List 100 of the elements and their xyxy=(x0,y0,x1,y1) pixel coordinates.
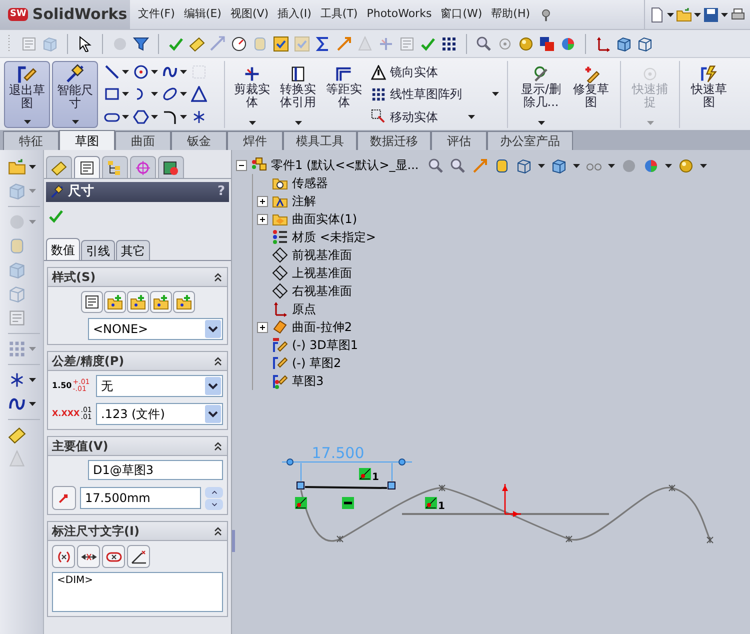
funnel-icon[interactable] xyxy=(133,36,149,52)
tree-item-label[interactable]: 前视基准面 xyxy=(292,246,352,264)
tree-item-label[interactable]: 传感器 xyxy=(292,174,328,192)
magnifier-icon[interactable] xyxy=(450,158,466,174)
tree-item-label[interactable]: 注解 xyxy=(292,192,316,210)
collapse-icon[interactable] xyxy=(213,441,223,451)
cube-icon[interactable] xyxy=(551,158,567,174)
tab[interactable]: 数据迁移 xyxy=(357,131,431,150)
caret-icon[interactable] xyxy=(665,164,672,168)
ribbon-button[interactable]: 显示/删除几... xyxy=(518,61,564,128)
menu-item[interactable]: PhotoWorks xyxy=(366,6,432,23)
dimension-text-field[interactable]: <DIM> xyxy=(52,572,223,612)
caret-icon[interactable] xyxy=(122,114,129,119)
tab[interactable]: 其它 xyxy=(116,240,150,260)
app-logo[interactable]: SW SolidWorks xyxy=(0,0,130,29)
manager-tab[interactable] xyxy=(102,156,128,178)
cube-icon[interactable] xyxy=(616,36,632,52)
ribbon-list-item[interactable]: 移动实体 xyxy=(371,108,499,126)
tree-item-label[interactable]: 草图3 xyxy=(292,372,324,390)
bolt-icon[interactable] xyxy=(700,65,718,83)
origin-icon[interactable] xyxy=(595,36,611,52)
squares-icon[interactable] xyxy=(539,36,555,52)
fillet-icon[interactable] xyxy=(162,108,178,125)
help-button[interactable]: ? xyxy=(217,182,225,202)
caret-icon[interactable] xyxy=(180,92,187,96)
ribbon-list-item[interactable]: 线性草图阵列 xyxy=(371,85,499,104)
caret-icon[interactable] xyxy=(180,114,187,119)
move-icon[interactable] xyxy=(371,109,386,124)
manager-tab[interactable] xyxy=(158,156,184,178)
crosshair-icon[interactable] xyxy=(135,160,151,176)
tab[interactable]: 曲面 xyxy=(115,131,171,150)
spin-up-button[interactable] xyxy=(205,486,223,498)
tab[interactable]: 草图 xyxy=(59,130,115,150)
tree-item-icon[interactable] xyxy=(272,247,288,263)
caret-icon[interactable] xyxy=(492,92,499,96)
magnifier-icon[interactable] xyxy=(476,36,492,52)
checkbox-icon[interactable] xyxy=(273,36,289,52)
text-format-button[interactable] xyxy=(127,545,150,568)
circle-icon[interactable] xyxy=(133,64,149,80)
spin-down-button[interactable] xyxy=(205,498,223,510)
group-header[interactable]: 标注尺寸文字(I) xyxy=(48,522,227,541)
collapse-icon[interactable] xyxy=(213,272,223,282)
caret-icon[interactable] xyxy=(721,12,728,16)
check-icon[interactable] xyxy=(420,36,436,52)
text-format-button[interactable] xyxy=(102,545,125,568)
collapse-icon[interactable] xyxy=(213,356,223,366)
expand-toggle-icon[interactable] xyxy=(257,322,268,332)
tree-item-label[interactable]: (-) 草图2 xyxy=(292,354,342,372)
caret-icon[interactable] xyxy=(122,92,129,96)
caret-icon[interactable] xyxy=(151,114,158,119)
check-icon[interactable] xyxy=(168,36,184,52)
ruler-icon[interactable] xyxy=(189,36,205,52)
tab[interactable]: 数值 xyxy=(46,238,80,260)
grid-icon[interactable] xyxy=(441,36,457,52)
ok-icon[interactable] xyxy=(48,208,64,224)
zigzag-icon[interactable] xyxy=(315,36,331,52)
reverse-direction-button[interactable] xyxy=(52,486,76,510)
tree-item-label[interactable]: 零件1 (默认<<默认>_显... xyxy=(271,156,419,174)
ribbon-button[interactable]: 等距实体 xyxy=(323,61,365,128)
caret-icon[interactable] xyxy=(667,12,674,16)
value-field[interactable]: 17.500mm xyxy=(80,487,201,509)
warning-icon[interactable] xyxy=(371,64,386,80)
name-field[interactable]: D1@草图3 xyxy=(88,460,223,480)
tab[interactable]: 办公室产品 xyxy=(487,131,573,150)
tree-item-label[interactable]: 原点 xyxy=(292,300,316,318)
text-format-button[interactable] xyxy=(77,545,100,568)
line-icon[interactable] xyxy=(104,64,120,80)
caret-icon[interactable] xyxy=(694,12,701,16)
scene-icon[interactable] xyxy=(163,160,179,176)
caret-icon[interactable] xyxy=(29,378,36,382)
menu-item[interactable]: 窗口(W) xyxy=(440,6,482,23)
caret-icon[interactable] xyxy=(24,120,30,124)
collapse-icon[interactable] xyxy=(213,526,223,536)
dropdown-field[interactable]: .123 (文件) xyxy=(96,403,223,425)
doc-icon[interactable] xyxy=(649,6,665,22)
caret-icon[interactable] xyxy=(608,164,615,168)
caret-icon[interactable] xyxy=(294,121,302,125)
offset-icon[interactable] xyxy=(335,65,353,83)
manager-tab[interactable] xyxy=(74,156,100,178)
ribbon-button[interactable]: 修复草图 xyxy=(568,61,614,128)
collapse-toggle-icon[interactable] xyxy=(236,160,247,170)
group-header[interactable]: 主要值(V) xyxy=(48,437,227,456)
tree-item-icon[interactable] xyxy=(272,265,288,281)
tab[interactable]: 评估 xyxy=(431,131,487,150)
ribbon-button[interactable]: 智能尺寸 xyxy=(52,61,98,128)
caret-icon[interactable] xyxy=(468,114,475,119)
gauge-icon[interactable] xyxy=(231,36,247,52)
text-format-button[interactable] xyxy=(52,545,75,568)
ball-icon[interactable] xyxy=(518,36,534,52)
expand-toggle-icon[interactable] xyxy=(257,196,268,206)
printer-icon[interactable] xyxy=(730,6,746,22)
rect-icon[interactable] xyxy=(104,86,120,102)
tree-item-label[interactable]: 曲面实体(1) xyxy=(292,210,357,228)
grid-icon[interactable] xyxy=(371,86,386,102)
style-button[interactable] xyxy=(80,291,102,313)
expand-toggle-icon[interactable] xyxy=(257,214,268,224)
dropdown-field[interactable]: <NONE> xyxy=(88,318,223,340)
asterisk-icon[interactable] xyxy=(191,108,207,125)
tree-item-label[interactable]: (-) 3D草图1 xyxy=(292,336,358,354)
caret-icon[interactable] xyxy=(72,120,78,124)
